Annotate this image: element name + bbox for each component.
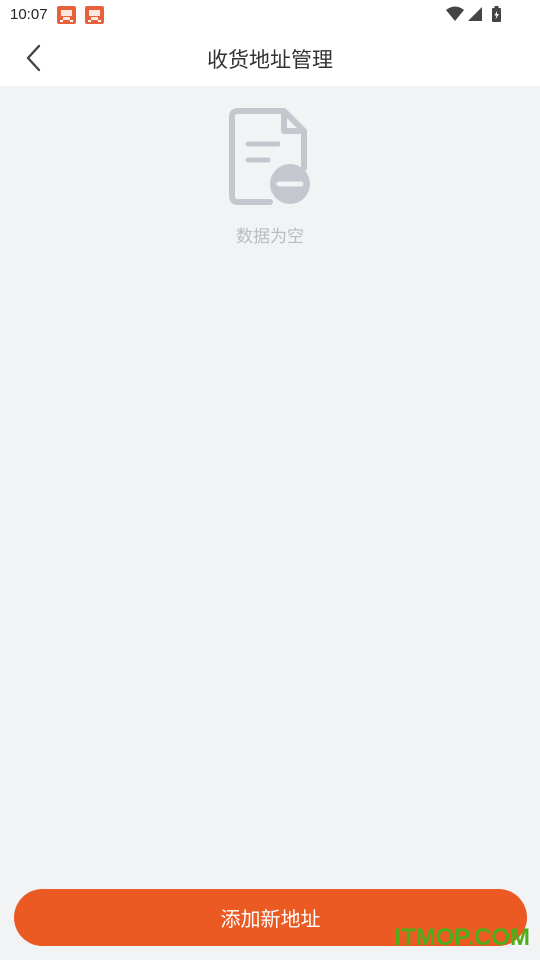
- watermark: ITMOP.COM: [394, 924, 530, 951]
- empty-message: 数据为空: [236, 227, 304, 247]
- notification-app-icon: [57, 6, 76, 24]
- battery-charging-icon: [492, 6, 501, 22]
- notification-app-icon: [85, 6, 104, 24]
- signal-icon: [468, 7, 482, 21]
- status-indicators: [446, 5, 508, 25]
- page-title: 收货地址管理: [207, 48, 333, 72]
- empty-state: 数据为空: [0, 108, 540, 247]
- add-address-button-label: 添加新地址: [220, 907, 321, 931]
- app-header: 收货地址管理: [0, 30, 540, 86]
- empty-document-icon: [229, 108, 310, 205]
- status-time: 10:07: [10, 6, 48, 23]
- status-bar: 10:07: [0, 0, 540, 30]
- wifi-icon: [446, 6, 464, 21]
